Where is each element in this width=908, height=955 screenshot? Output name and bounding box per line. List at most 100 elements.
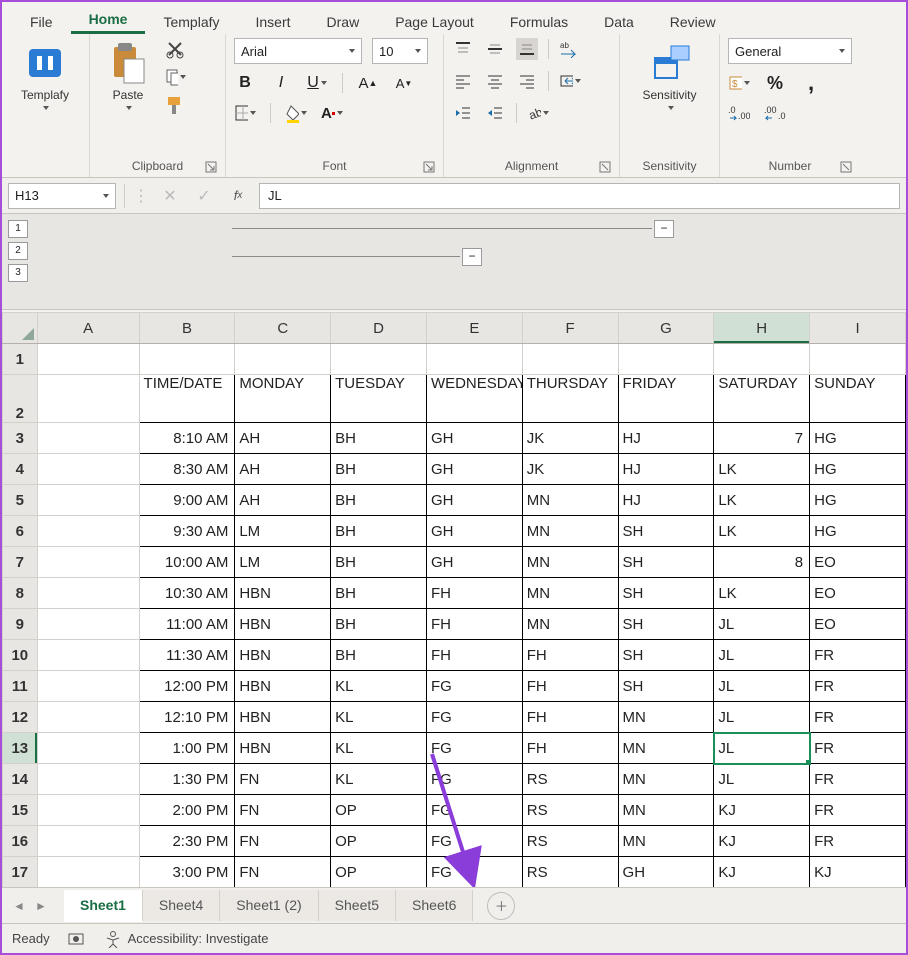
sensitivity-button[interactable]: Sensitivity bbox=[628, 38, 711, 110]
sheet-tab-sheet6[interactable]: Sheet6 bbox=[396, 890, 473, 921]
dialog-launcher-icon[interactable] bbox=[599, 161, 611, 173]
cell-E16[interactable]: FG bbox=[426, 826, 522, 857]
bold-button[interactable]: B bbox=[234, 72, 256, 94]
cell-A4[interactable] bbox=[37, 454, 139, 485]
number-format-select[interactable]: General bbox=[728, 38, 852, 64]
cell-B9[interactable]: 11:00 AM bbox=[139, 609, 235, 640]
cell-D4[interactable]: BH bbox=[331, 454, 427, 485]
format-painter-button[interactable] bbox=[164, 94, 186, 116]
italic-button[interactable]: I bbox=[270, 72, 292, 94]
cell-B15[interactable]: 2:00 PM bbox=[139, 795, 235, 826]
cell-C2[interactable]: MONDAY bbox=[235, 375, 331, 423]
column-header-I[interactable]: I bbox=[810, 313, 906, 344]
cell-F17[interactable]: RS bbox=[522, 857, 618, 888]
cell-E3[interactable]: GH bbox=[426, 423, 522, 454]
cell-H11[interactable]: JL bbox=[714, 671, 810, 702]
cell-G12[interactable]: MN bbox=[618, 702, 714, 733]
cell-A5[interactable] bbox=[37, 485, 139, 516]
wrap-text-button[interactable]: ab bbox=[559, 38, 581, 60]
column-header-G[interactable]: G bbox=[618, 313, 714, 344]
cell-H10[interactable]: JL bbox=[714, 640, 810, 671]
enter-formula-button[interactable]: ✓ bbox=[191, 183, 217, 209]
sheet-nav-prev[interactable]: ◄ bbox=[8, 899, 30, 913]
cell-C14[interactable]: FN bbox=[235, 764, 331, 795]
sheet-nav-next[interactable]: ► bbox=[30, 899, 52, 913]
increase-decimal-button[interactable]: .0.00 bbox=[728, 102, 750, 124]
row-header-13[interactable]: 13 bbox=[3, 733, 38, 764]
cell-E5[interactable]: GH bbox=[426, 485, 522, 516]
font-size-select[interactable]: 10 bbox=[372, 38, 428, 64]
column-header-H[interactable]: H bbox=[714, 313, 810, 344]
cell-B7[interactable]: 10:00 AM bbox=[139, 547, 235, 578]
cell-A2[interactable] bbox=[37, 375, 139, 423]
cell-H16[interactable]: KJ bbox=[714, 826, 810, 857]
cell-G9[interactable]: SH bbox=[618, 609, 714, 640]
cell-I16[interactable]: FR bbox=[810, 826, 906, 857]
cell-F10[interactable]: FH bbox=[522, 640, 618, 671]
accounting-format-button[interactable]: $ bbox=[728, 72, 750, 94]
align-bottom-button[interactable] bbox=[516, 38, 538, 60]
sheet-tab-sheet4[interactable]: Sheet4 bbox=[143, 890, 220, 921]
underline-button[interactable]: U bbox=[306, 72, 328, 94]
cell-G8[interactable]: SH bbox=[618, 578, 714, 609]
cell-G16[interactable]: MN bbox=[618, 826, 714, 857]
cell-B13[interactable]: 1:00 PM bbox=[139, 733, 235, 764]
sheet-tab-sheet5[interactable]: Sheet5 bbox=[319, 890, 396, 921]
cell-D13[interactable]: KL bbox=[331, 733, 427, 764]
cell-B6[interactable]: 9:30 AM bbox=[139, 516, 235, 547]
cell-B8[interactable]: 10:30 AM bbox=[139, 578, 235, 609]
copy-button[interactable] bbox=[164, 66, 186, 88]
row-header-10[interactable]: 10 bbox=[3, 640, 38, 671]
comma-button[interactable]: , bbox=[800, 72, 822, 94]
cell-G17[interactable]: GH bbox=[618, 857, 714, 888]
cell-D12[interactable]: KL bbox=[331, 702, 427, 733]
more-icon[interactable]: ⋮ bbox=[133, 186, 149, 206]
cell-C1[interactable] bbox=[235, 344, 331, 375]
ribbon-tab-formulas[interactable]: Formulas bbox=[492, 8, 586, 34]
accessibility-button[interactable]: Accessibility: Investigate bbox=[104, 930, 269, 948]
cell-D14[interactable]: KL bbox=[331, 764, 427, 795]
column-header-F[interactable]: F bbox=[522, 313, 618, 344]
row-header-17[interactable]: 17 bbox=[3, 857, 38, 888]
ribbon-tab-insert[interactable]: Insert bbox=[238, 8, 309, 34]
cell-B5[interactable]: 9:00 AM bbox=[139, 485, 235, 516]
fill-color-button[interactable] bbox=[285, 102, 307, 124]
cell-D10[interactable]: BH bbox=[331, 640, 427, 671]
row-header-14[interactable]: 14 bbox=[3, 764, 38, 795]
cell-F13[interactable]: FH bbox=[522, 733, 618, 764]
cell-D5[interactable]: BH bbox=[331, 485, 427, 516]
font-color-button[interactable]: A bbox=[321, 102, 343, 124]
cell-G13[interactable]: MN bbox=[618, 733, 714, 764]
cell-H17[interactable]: KJ bbox=[714, 857, 810, 888]
cell-C16[interactable]: FN bbox=[235, 826, 331, 857]
cell-D8[interactable]: BH bbox=[331, 578, 427, 609]
outline-level-2[interactable]: 2 bbox=[8, 242, 28, 260]
cell-I13[interactable]: FR bbox=[810, 733, 906, 764]
increase-font-button[interactable]: A▲ bbox=[357, 72, 379, 94]
cell-D2[interactable]: TUESDAY bbox=[331, 375, 427, 423]
cell-B16[interactable]: 2:30 PM bbox=[139, 826, 235, 857]
cell-D3[interactable]: BH bbox=[331, 423, 427, 454]
cell-B14[interactable]: 1:30 PM bbox=[139, 764, 235, 795]
templafy-button[interactable]: Templafy bbox=[10, 38, 80, 110]
cell-C9[interactable]: HBN bbox=[235, 609, 331, 640]
row-header-2[interactable]: 2 bbox=[3, 375, 38, 423]
cell-H7[interactable]: 8 bbox=[714, 547, 810, 578]
cell-A13[interactable] bbox=[37, 733, 139, 764]
formula-input[interactable]: JL bbox=[259, 183, 900, 209]
cell-B2[interactable]: TIME/DATE bbox=[139, 375, 235, 423]
cell-B4[interactable]: 8:30 AM bbox=[139, 454, 235, 485]
row-header-5[interactable]: 5 bbox=[3, 485, 38, 516]
outline-level-1[interactable]: 1 bbox=[8, 220, 28, 238]
dialog-launcher-icon[interactable] bbox=[840, 161, 852, 173]
cell-F1[interactable] bbox=[522, 344, 618, 375]
cell-F9[interactable]: MN bbox=[522, 609, 618, 640]
cell-E11[interactable]: FG bbox=[426, 671, 522, 702]
cell-G11[interactable]: SH bbox=[618, 671, 714, 702]
cell-C3[interactable]: AH bbox=[235, 423, 331, 454]
cell-B11[interactable]: 12:00 PM bbox=[139, 671, 235, 702]
collapse-group-button[interactable]: − bbox=[654, 220, 674, 238]
cell-C7[interactable]: LM bbox=[235, 547, 331, 578]
name-box[interactable]: H13 bbox=[8, 183, 116, 209]
select-all-corner[interactable] bbox=[3, 313, 38, 344]
